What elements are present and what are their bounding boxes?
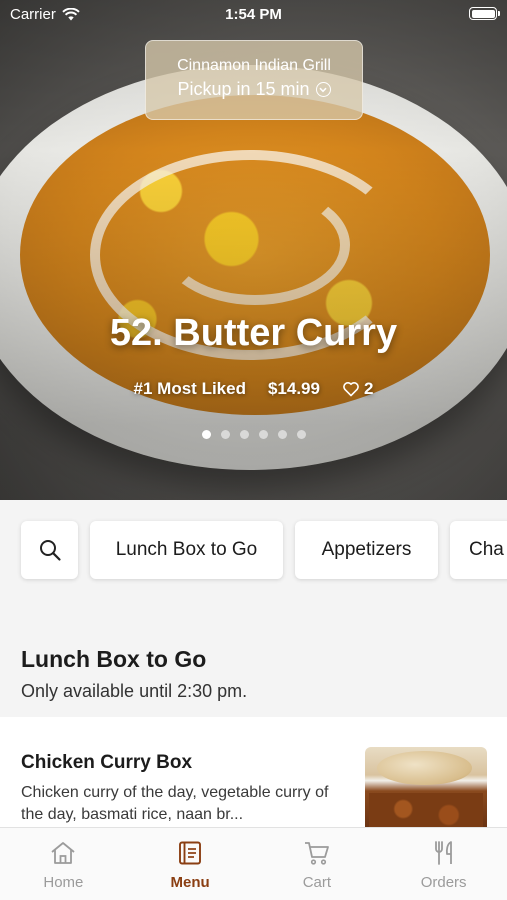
pickup-time-row: Pickup in 15 min	[146, 79, 362, 100]
tab-menu[interactable]: Menu	[127, 828, 254, 900]
heart-icon	[343, 382, 359, 397]
tab-label: Menu	[170, 874, 210, 891]
menu-book-icon	[179, 841, 202, 865]
category-chip[interactable]: Lunch Box to Go	[90, 521, 283, 579]
featured-meta: #1 Most Liked $14.99 2	[0, 379, 507, 399]
cart-icon	[304, 842, 329, 865]
featured-price: $14.99	[267, 379, 320, 398]
category-chip[interactable]: Cha	[450, 521, 507, 579]
carousel-dot[interactable]	[258, 430, 268, 439]
section-header: Lunch Box to Go Only available until 2:3…	[0, 610, 507, 717]
section-subtitle: Only available until 2:30 pm.	[21, 681, 248, 701]
tab-cart[interactable]: Cart	[254, 828, 381, 900]
menu-item-description: Chicken curry of the day, vegetable curr…	[21, 784, 329, 823]
restaurant-name: Cinnamon Indian Grill	[177, 57, 331, 74]
carousel-dots	[0, 430, 507, 439]
fork-knife-icon	[434, 841, 452, 865]
likes-count: 2	[363, 379, 374, 398]
photo-naan	[377, 751, 472, 785]
featured-title: 52. Butter Curry	[109, 312, 398, 354]
status-bar: Carrier 1:54 PM	[0, 0, 507, 28]
status-time: 1:54 PM	[225, 6, 282, 23]
photo-curry	[369, 793, 483, 827]
featured-likes[interactable]: 2	[342, 379, 373, 399]
carousel-dot[interactable]	[296, 430, 306, 439]
battery-icon	[469, 7, 500, 20]
section-title: Lunch Box to Go	[21, 646, 207, 672]
pickup-selector[interactable]: Cinnamon Indian Grill Pickup in 15 min	[145, 40, 363, 120]
featured-badge: #1 Most Liked	[133, 379, 246, 398]
menu-item-card[interactable]: Chicken Curry Box Chicken curry of the d…	[0, 717, 507, 827]
tab-label: Orders	[420, 874, 467, 891]
tab-label: Home	[43, 874, 84, 891]
search-button[interactable]	[21, 521, 78, 579]
menu-item-name: Chicken Curry Box	[21, 752, 193, 773]
carousel-dot[interactable]	[201, 430, 211, 439]
tab-orders[interactable]: Orders	[380, 828, 507, 900]
menu-item-photo	[365, 747, 487, 827]
home-icon	[51, 842, 75, 864]
search-icon	[39, 540, 61, 561]
category-chip[interactable]: Appetizers	[295, 521, 438, 579]
tab-bar: Home Menu Cart Orders	[0, 827, 507, 900]
tab-label: Cart	[302, 874, 332, 891]
carousel-dot[interactable]	[277, 430, 287, 439]
carousel-dot[interactable]	[239, 430, 249, 439]
category-bar: Lunch Box to Go Appetizers Cha	[0, 500, 507, 610]
chevron-down-icon	[315, 82, 331, 97]
tab-home[interactable]: Home	[0, 828, 127, 900]
carousel-dot[interactable]	[220, 430, 230, 439]
pickup-time: Pickup in 15 min	[177, 79, 310, 99]
